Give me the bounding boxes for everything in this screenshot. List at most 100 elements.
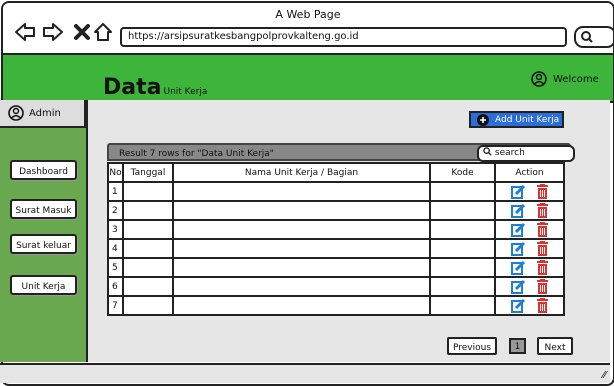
col-nama-unit: Nama Unit Kerja / Bagian [172,162,431,183]
search-placeholder: search [494,148,525,158]
status-bar: ⁄⁄ [0,363,610,383]
edit-icon[interactable] [510,184,526,199]
table-row: 5 [107,257,565,278]
sidebar-item-dashboard[interactable]: Dashboard [10,160,77,180]
close-icon[interactable] [71,22,93,42]
page-number-button[interactable]: 1 [509,338,526,354]
edit-icon[interactable] [510,298,526,313]
cell-tanggal [122,200,174,221]
welcome-user[interactable]: Welcome [531,71,599,87]
delete-icon[interactable] [536,184,549,199]
row-number: 6 [107,276,124,297]
resize-grip-icon[interactable]: ⁄⁄ [603,370,606,381]
sidebar-item-surat-masuk[interactable]: Surat Masuk [10,199,77,219]
logo-title: Data [103,75,162,100]
logo-subtitle: Unit Kerja [163,87,208,97]
app-logo: Data Unit Kerja [103,75,207,100]
table-body: 1234567 [107,181,565,316]
table-row: 6 [107,276,565,297]
home-icon[interactable] [92,22,114,42]
cell-kode [429,257,496,278]
cell-kode [429,295,496,316]
edit-icon[interactable] [510,260,526,275]
sidebar-item-surat-keluar[interactable]: Surat keluar [10,234,77,254]
table-header-row: No Tanggal Nama Unit Kerja / Bagian Kode… [107,162,565,183]
cell-tanggal [122,257,174,278]
next-button[interactable]: Next [537,337,573,355]
delete-icon[interactable] [536,241,549,256]
welcome-label: Welcome [553,73,599,85]
cell-tanggal [122,276,174,297]
cell-tanggal [122,295,174,316]
cell-nama-unit [172,295,431,316]
cell-kode [429,219,496,240]
table-row: 2 [107,200,565,221]
cell-tanggal [122,219,174,240]
delete-icon[interactable] [536,279,549,294]
cell-kode [429,238,496,259]
cell-nama-unit [172,181,431,202]
cell-action [494,200,565,221]
window-title: A Web Page [275,8,341,21]
add-button-label: Add Unit Kerja [495,114,560,125]
delete-icon[interactable] [536,298,549,313]
cell-nama-unit [172,238,431,259]
app-header [3,55,613,103]
cell-nama-unit [172,200,431,221]
table-row: 4 [107,238,565,259]
cell-nama-unit [172,276,431,297]
col-no: No [107,162,124,183]
cell-action [494,276,565,297]
table-row: 3 [107,219,565,240]
browser-titlebar: A Web Page https://arsipsuratkesbangpolp… [3,3,613,55]
cell-action [494,257,565,278]
forward-icon[interactable] [42,22,64,42]
table-row: 7 [107,295,565,316]
col-tanggal: Tanggal [122,162,174,183]
edit-icon[interactable] [510,279,526,294]
sidebar [0,100,88,362]
table-row: 1 [107,181,565,202]
plus-circle-icon [477,113,489,126]
search-icon [581,31,593,43]
col-action: Action [494,162,565,183]
cell-kode [429,200,496,221]
browser-search-button[interactable] [574,26,613,48]
cell-action [494,219,565,240]
row-number: 2 [107,200,124,221]
url-bar[interactable]: https://arsipsuratkesbangpolprovkalteng.… [120,27,567,47]
edit-icon[interactable] [510,222,526,237]
user-icon [531,71,547,87]
col-kode: Kode [429,162,496,183]
delete-icon[interactable] [536,203,549,218]
unit-kerja-table: No Tanggal Nama Unit Kerja / Bagian Kode… [107,162,565,316]
cell-action [494,238,565,259]
row-number: 1 [107,181,124,202]
row-number: 7 [107,295,124,316]
edit-icon[interactable] [510,203,526,218]
delete-icon[interactable] [536,222,549,237]
edit-icon[interactable] [510,241,526,256]
cell-kode [429,276,496,297]
result-count-text: Result 7 rows for "Data Unit Kerja" [119,149,274,159]
cell-nama-unit [172,257,431,278]
cell-nama-unit [172,219,431,240]
back-icon[interactable] [14,22,36,42]
cell-action [494,295,565,316]
cell-kode [429,181,496,202]
previous-button[interactable]: Previous [447,337,497,355]
admin-profile[interactable]: Admin [0,100,86,128]
table-search-input[interactable]: search [477,145,575,162]
cell-tanggal [122,181,174,202]
add-unit-kerja-button[interactable]: Add Unit Kerja [469,111,564,128]
row-number: 4 [107,238,124,259]
row-number: 5 [107,257,124,278]
cell-action [494,181,565,202]
row-number: 3 [107,219,124,240]
delete-icon[interactable] [536,260,549,275]
search-icon [483,147,492,156]
admin-label: Admin [29,107,61,119]
user-icon [8,105,24,121]
sidebar-item-unit-kerja[interactable]: Unit Kerja [10,275,77,295]
cell-tanggal [122,238,174,259]
